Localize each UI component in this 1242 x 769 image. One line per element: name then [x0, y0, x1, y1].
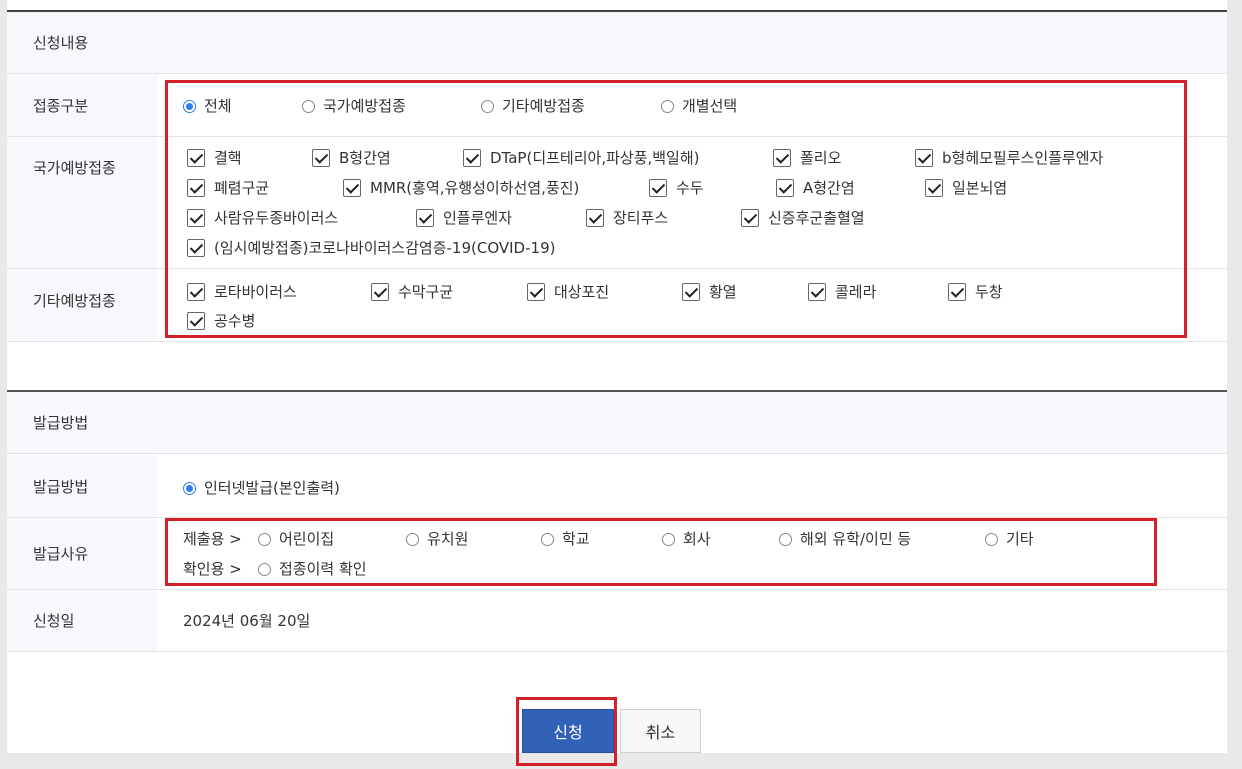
issue-method-label: 발급방법: [7, 455, 157, 517]
application-date-value: 2024년 06월 20일: [183, 612, 311, 630]
highlight-box-reason: [165, 518, 1157, 586]
vaccination-type-label: 접종구분: [7, 74, 157, 136]
section-title-issuance: 발급방법: [7, 392, 1227, 454]
issue-method-row: 발급방법 인터넷발급(본인출력): [7, 455, 1227, 518]
radio-selected-icon: [183, 482, 196, 495]
application-form: 신청내용 접종구분 전체 국가예방접종 기타예방접종 개별선택 국가예방접종 결…: [0, 0, 1242, 769]
radio-internet-issue[interactable]: 인터넷발급(본인출력): [183, 477, 340, 498]
issue-reason-label: 발급사유: [7, 518, 157, 589]
application-date-label: 신청일: [7, 590, 157, 651]
other-vaccination-label: 기타예방접종: [7, 269, 157, 341]
highlight-box-vaccination: [165, 80, 1187, 338]
national-vaccination-label: 국가예방접종: [7, 137, 157, 268]
section-title-application: 신청내용: [7, 12, 1227, 74]
cancel-button[interactable]: 취소: [620, 709, 701, 753]
issue-method-options: 인터넷발급(본인출력): [157, 455, 1227, 517]
radio-label: 인터넷발급(본인출력): [204, 479, 340, 497]
section-title-text: 신청내용: [33, 34, 89, 52]
section-title-text: 발급방법: [33, 414, 89, 432]
application-date-row: 신청일 2024년 06월 20일: [7, 590, 1227, 652]
highlight-box-submit: [516, 697, 617, 766]
application-date-cell: 2024년 06월 20일: [157, 590, 1227, 651]
form-page: 신청내용 접종구분 전체 국가예방접종 기타예방접종 개별선택 국가예방접종 결…: [7, 0, 1227, 766]
